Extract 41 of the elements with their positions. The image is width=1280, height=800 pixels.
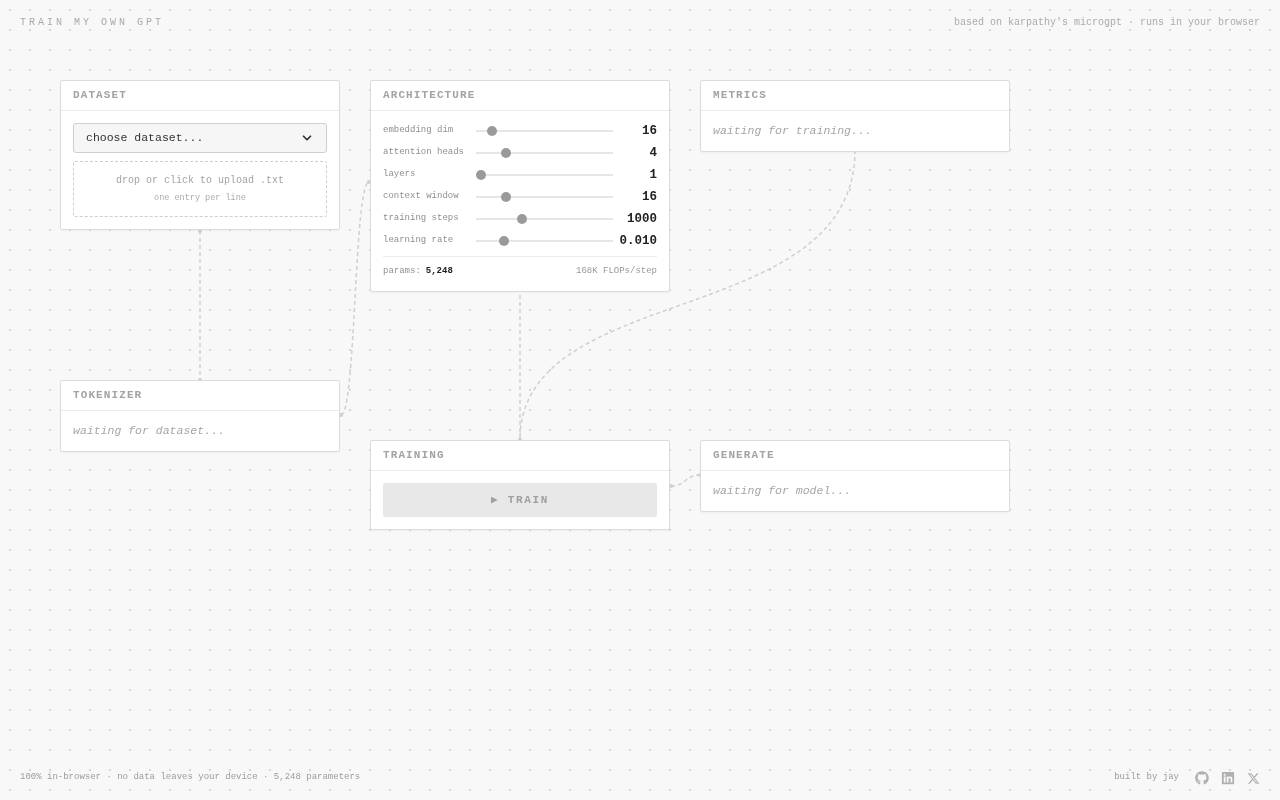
app-title: TRAIN MY OWN GPT — [20, 15, 164, 30]
footer-info: 100% in-browser · no data leaves your device · 5,248 parameters — [20, 771, 361, 785]
node-title: DATASET — [73, 88, 127, 104]
slider-value: 16 — [642, 122, 657, 140]
slider-label: embedding dim — [383, 124, 455, 138]
linkedin-icon[interactable] — [1221, 771, 1235, 785]
slider-thumb[interactable] — [516, 214, 527, 224]
slider-label: layers — [383, 168, 417, 182]
slider-label: context window — [383, 190, 460, 204]
status-text: waiting for model... — [713, 483, 852, 499]
upload-label: drop or click to upload .txt — [116, 174, 284, 189]
slider-value: 16 — [642, 188, 657, 206]
upload-hint: one entry per line — [154, 192, 246, 205]
node-title: GENERATE — [713, 448, 775, 464]
slider-thumb[interactable] — [476, 170, 486, 180]
status-text: waiting for training... — [713, 123, 872, 139]
status-text: waiting for dataset... — [73, 423, 225, 439]
slider-label: learning rate — [383, 234, 455, 248]
slider-value: 0.010 — [619, 232, 657, 250]
slider-thumb[interactable] — [487, 126, 498, 136]
slider-value: 4 — [649, 144, 657, 162]
upload-dropzone[interactable]: drop or click to upload .txt one entry per line — [73, 161, 327, 217]
slider-label: attention heads — [383, 146, 465, 160]
node-title: METRICS — [713, 88, 767, 104]
x-logo-icon[interactable] — [1247, 771, 1260, 785]
node-title: TRAINING — [383, 448, 445, 464]
dataset-select[interactable]: choose dataset... — [73, 123, 327, 153]
slider-thumb[interactable] — [498, 236, 509, 246]
flops-text: 168K FLOPs/step — [576, 265, 657, 278]
node-title: TOKENIZER — [73, 388, 143, 404]
tagline: based on karpathy's microgpt · runs in your browser — [953, 15, 1260, 30]
params-value: 5,248 — [425, 265, 453, 278]
slider-label: training steps — [383, 212, 460, 226]
slider-value: 1000 — [627, 210, 657, 228]
credit-text: built by jay — [1114, 771, 1179, 785]
params-label: params: — [383, 265, 421, 278]
slider-value: 1 — [649, 166, 657, 184]
node-title: ARCHITECTURE — [383, 88, 476, 104]
slider-thumb[interactable] — [501, 192, 512, 202]
github-icon[interactable] — [1195, 771, 1209, 785]
slider-thumb[interactable] — [501, 148, 512, 158]
